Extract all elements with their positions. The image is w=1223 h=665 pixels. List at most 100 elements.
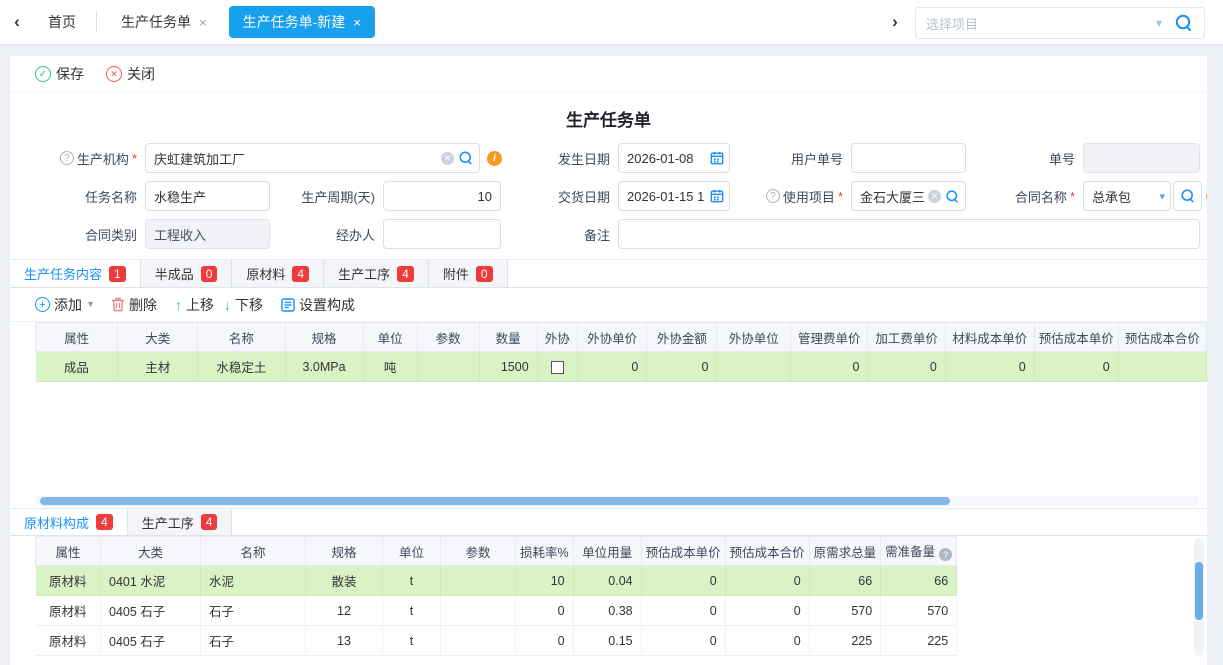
help-icon[interactable]: ?	[60, 151, 74, 165]
tab-原材料构成[interactable]: 原材料构成4	[10, 509, 128, 535]
info-icon[interactable]: i	[1206, 189, 1207, 204]
table-cell: 散装	[306, 566, 383, 596]
contract-type-label: 合同类别	[25, 225, 137, 244]
chevron-down-icon[interactable]: ▾	[88, 299, 93, 310]
help-icon[interactable]: ?	[939, 548, 952, 561]
document-toolbar: ✓ 保存 ✕ 关闭	[10, 56, 1207, 93]
outsource-checkbox[interactable]	[551, 361, 564, 374]
delivery-date-label: 交货日期	[540, 187, 610, 206]
tab-附件[interactable]: 附件0	[429, 260, 508, 287]
search-icon[interactable]	[458, 150, 474, 166]
count-badge: 0	[476, 266, 493, 282]
set-composition-button[interactable]: 设置构成	[281, 295, 355, 315]
table-cell: 10	[516, 566, 574, 596]
close-icon[interactable]: ×	[199, 15, 207, 30]
table-row[interactable]: 成品主材水稳定土3.0MPa吨1500000000	[36, 352, 1207, 382]
delete-button[interactable]: 删除	[111, 295, 157, 315]
tab-label: 生产工序	[338, 264, 390, 283]
project-select-input[interactable]: 选择项目 ▾	[915, 7, 1205, 39]
table-row[interactable]: 原材料0405 石子石子12t00.3800570570	[36, 596, 957, 626]
move-down-button[interactable]: ↓ 下移	[224, 295, 263, 315]
close-button[interactable]: ✕ 关闭	[106, 64, 155, 84]
search-icon[interactable]	[945, 189, 960, 204]
tab-生产任务内容[interactable]: 生产任务内容 1	[10, 260, 141, 287]
trash-icon	[111, 297, 125, 312]
contract-name-label: 合同名称*	[1000, 187, 1075, 206]
tab-生产工序[interactable]: 生产工序4	[324, 260, 429, 287]
column-header: 参数	[441, 537, 516, 566]
table-cell: 水稳定土	[198, 352, 285, 382]
scrollbar-thumb[interactable]	[1195, 562, 1203, 620]
table-cell: 225	[809, 626, 881, 656]
help-icon[interactable]: ?	[766, 189, 780, 203]
table-cell: 3.0MPa	[285, 352, 363, 382]
contract-search-button[interactable]	[1173, 181, 1202, 211]
divider	[96, 12, 97, 32]
table-cell: 0	[725, 626, 809, 656]
search-icon[interactable]	[1174, 13, 1194, 33]
table-cell: 0	[641, 566, 725, 596]
doc-no-input	[1083, 143, 1200, 173]
table-row[interactable]: 原材料0405 石子石子13t00.1500225225	[36, 626, 957, 656]
move-up-button[interactable]: ↑ 上移	[175, 295, 214, 315]
contract-type-input	[145, 219, 270, 249]
tabs-scroll-right-icon[interactable]: ›	[878, 12, 912, 32]
vertical-scrollbar[interactable]	[1194, 538, 1204, 656]
top-navigation-bar: ‹ 首页 生产任务单 × 生产任务单-新建 × › 选择项目 ▾	[0, 0, 1223, 45]
calendar-icon[interactable]	[710, 151, 724, 165]
tab-半成品[interactable]: 半成品0	[141, 260, 233, 287]
info-icon[interactable]: i	[487, 151, 502, 166]
calendar-icon[interactable]	[710, 189, 724, 203]
tab-production-task-list[interactable]: 生产任务单 ×	[107, 6, 221, 38]
count-badge: 4	[201, 514, 218, 530]
task-name-input[interactable]	[145, 181, 270, 211]
tabs-scroll-left-icon[interactable]: ‹	[0, 12, 34, 32]
table-cell: 0	[641, 596, 725, 626]
table-row[interactable]: 原材料0401 水泥水泥散装t100.04006666	[36, 566, 957, 596]
table-cell: 吨	[363, 352, 417, 382]
table-cell: t	[383, 596, 441, 626]
table-cell	[717, 352, 791, 382]
save-button[interactable]: ✓ 保存	[35, 64, 84, 84]
table-cell: 0405 石子	[101, 596, 201, 626]
cycle-days-input[interactable]	[383, 181, 501, 211]
agent-input[interactable]	[383, 219, 501, 249]
production-content-table: 属性大类名称规格单位参数数量外协外协单价外协金额外协单位管理费单价加工费单价材料…	[35, 322, 1207, 382]
column-header: 外协	[537, 323, 577, 352]
clear-icon[interactable]: ✕	[441, 152, 454, 165]
horizontal-scrollbar[interactable]	[35, 496, 1199, 506]
remark-input[interactable]	[618, 219, 1200, 249]
check-circle-icon: ✓	[35, 66, 51, 82]
table-cell: 原材料	[36, 566, 101, 596]
tab-生产工序[interactable]: 生产工序4	[128, 509, 233, 535]
save-label: 保存	[56, 64, 84, 84]
column-header: 大类	[101, 537, 201, 566]
column-header: 加工费单价	[868, 323, 945, 352]
tab-label: 生产任务内容	[24, 264, 102, 283]
home-tab[interactable]: 首页	[34, 12, 90, 32]
count-badge: 1	[109, 266, 126, 282]
scrollbar-thumb[interactable]	[40, 497, 950, 505]
tab-production-task-new[interactable]: 生产任务单-新建 ×	[229, 6, 375, 38]
clear-icon[interactable]: ✕	[928, 190, 941, 203]
project-label: ? 使用项目*	[742, 187, 843, 206]
plus-circle-icon: +	[35, 297, 50, 312]
table-cell: 原材料	[36, 626, 101, 656]
column-header: 原需求总量	[809, 537, 881, 566]
add-button[interactable]: + 添加 ▾	[35, 295, 93, 315]
x-circle-icon: ✕	[106, 66, 122, 82]
chevron-down-icon[interactable]: ▾	[1156, 16, 1162, 30]
org-input[interactable]	[145, 143, 480, 173]
close-icon[interactable]: ×	[353, 15, 361, 30]
table-cell: 石子	[201, 626, 306, 656]
count-badge: 4	[96, 514, 113, 530]
tab-原材料[interactable]: 原材料4	[232, 260, 324, 287]
user-no-input[interactable]	[851, 143, 966, 173]
tab-label: 半成品	[155, 264, 194, 283]
contract-name-select[interactable]	[1083, 181, 1171, 211]
column-header: 材料成本单价	[945, 323, 1034, 352]
column-header: 数量	[479, 323, 537, 352]
document-form: ? 生产机构* ✕ i 发生日期 用户单号	[10, 135, 1207, 259]
column-header: 外协单价	[577, 323, 646, 352]
chevron-down-icon[interactable]: ▾	[1159, 190, 1165, 203]
